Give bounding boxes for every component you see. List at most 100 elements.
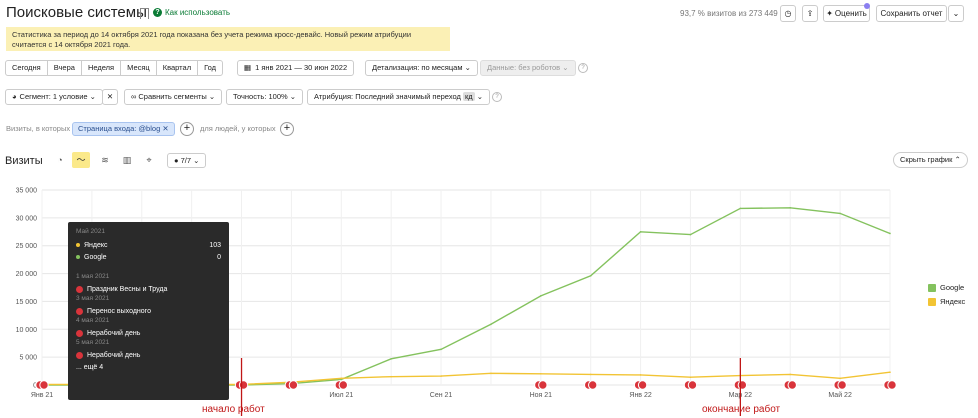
info-icon[interactable]: ? bbox=[492, 92, 502, 102]
event-marker bbox=[288, 380, 299, 390]
save-report-menu-button[interactable]: ⌄ bbox=[948, 5, 964, 22]
hide-chart-button[interactable]: Скрыть график ⌃ bbox=[893, 152, 968, 168]
pie-icon: ◕ bbox=[12, 92, 17, 101]
legend-google-swatch bbox=[928, 283, 936, 292]
annotation-end: окончание работ bbox=[702, 404, 781, 415]
compare-label: Сравнить сегменты bbox=[138, 92, 207, 101]
attribution-notice: Статистика за период до 14 октября 2021 … bbox=[6, 27, 450, 51]
filter-chip-label: Страница входа: @blog bbox=[78, 124, 161, 133]
event-title: Нерабочий день bbox=[87, 351, 141, 359]
rate-button[interactable]: ✦ Оценить bbox=[823, 5, 870, 22]
legend-yandex-swatch bbox=[928, 297, 936, 306]
event-marker bbox=[238, 380, 249, 390]
howto-label: Как использовать bbox=[165, 8, 231, 17]
help-icon: ? bbox=[153, 8, 162, 17]
section-title: Визиты bbox=[5, 155, 43, 167]
pie-chart-icon[interactable]: ◔ bbox=[51, 152, 69, 168]
tooltip-row-value: 0 bbox=[217, 253, 221, 261]
event-marker bbox=[737, 380, 748, 390]
page-title: Поисковые системы bbox=[6, 4, 147, 21]
legend-google[interactable]: Google bbox=[928, 283, 964, 292]
bar-chart-icon[interactable]: ▥ bbox=[118, 152, 136, 168]
history-button[interactable]: ◷ bbox=[780, 5, 796, 22]
segment-select[interactable]: ◕ Сегмент: 1 условие ⌄ bbox=[5, 89, 103, 105]
data-point bbox=[789, 207, 792, 209]
event-title: Нерабочий день bbox=[87, 329, 141, 337]
event-marker bbox=[887, 380, 897, 390]
data-point bbox=[839, 377, 841, 380]
data-point bbox=[639, 374, 642, 376]
data-filter-label: Данные: без роботов bbox=[487, 63, 561, 72]
attribution-select[interactable]: Атрибуция: Последний значимый переход кд… bbox=[307, 89, 491, 105]
x-tick-label: Май 22 bbox=[828, 391, 852, 399]
notes-select[interactable]: ● 7/7 ⌄ bbox=[167, 153, 207, 168]
more-events[interactable]: ... ещё 4 bbox=[76, 361, 221, 373]
save-report-button[interactable]: Сохранить отчет bbox=[876, 5, 947, 22]
map-pin-icon[interactable]: ⌖ bbox=[140, 152, 158, 168]
add-user-condition-button[interactable]: + bbox=[280, 122, 294, 136]
howto-link[interactable]: ? Как использовать bbox=[153, 8, 230, 17]
attribution-badge: кд bbox=[462, 92, 475, 101]
close-icon[interactable]: ✕ bbox=[162, 124, 168, 133]
rate-badge bbox=[864, 3, 870, 9]
date-range-picker[interactable]: ▦ 1 янв 2021 — 30 июн 2022 bbox=[237, 60, 355, 76]
info-icon[interactable]: ? bbox=[578, 63, 588, 73]
event-date: 3 мая 2021 bbox=[76, 295, 110, 302]
y-tick-label: 35 000 bbox=[16, 188, 38, 195]
event-icon bbox=[76, 285, 83, 293]
period-week[interactable]: Неделя bbox=[82, 61, 122, 75]
data-point bbox=[490, 372, 492, 375]
line-chart-icon[interactable]: 〜 bbox=[72, 152, 90, 168]
data-point bbox=[390, 358, 392, 360]
bookmark-icon[interactable] bbox=[140, 8, 149, 19]
event-marker bbox=[338, 380, 348, 390]
chevron-down-icon: ⌄ bbox=[562, 63, 569, 72]
clock-icon: ◷ bbox=[784, 9, 792, 18]
data-point bbox=[889, 371, 891, 373]
data-point bbox=[589, 275, 592, 277]
area-chart-icon[interactable]: ≋ bbox=[96, 152, 114, 168]
data-filter-select[interactable]: Данные: без роботов ⌄ bbox=[480, 60, 576, 76]
chevron-down-icon: ⌄ bbox=[464, 63, 471, 72]
bullet-icon bbox=[76, 243, 80, 247]
period-yesterday[interactable]: Вчера bbox=[48, 61, 82, 75]
clear-segment-button[interactable]: ✕ bbox=[102, 89, 118, 105]
data-point bbox=[440, 375, 442, 377]
add-condition-button[interactable]: + bbox=[180, 122, 194, 136]
compare-icon: ∞ bbox=[131, 92, 137, 101]
chevron-down-icon: ⌄ bbox=[952, 9, 960, 18]
period-month[interactable]: Месяц bbox=[121, 61, 157, 75]
visits-share: 93,7 % визитов из 273 449 bbox=[680, 9, 778, 18]
notes-label: 7/7 bbox=[180, 156, 192, 165]
period-quarter[interactable]: Квартал bbox=[157, 61, 199, 75]
event-marker bbox=[39, 380, 49, 390]
compare-segments-select[interactable]: ∞ Сравнить сегменты ⌄ bbox=[124, 89, 223, 105]
data-point bbox=[789, 373, 792, 376]
chevron-down-icon: ⌄ bbox=[476, 92, 484, 101]
period-year[interactable]: Год bbox=[198, 61, 222, 75]
y-tick-label: 20 000 bbox=[16, 271, 38, 278]
date-range-label: 1 янв 2021 — 30 июн 2022 bbox=[255, 63, 348, 72]
y-tick-label: 25 000 bbox=[16, 243, 38, 250]
event-marker bbox=[637, 380, 648, 390]
data-point bbox=[490, 323, 492, 326]
event-icon bbox=[76, 351, 83, 359]
legend-google-label: Google bbox=[940, 283, 965, 292]
export-button[interactable]: ⇪ bbox=[802, 5, 818, 22]
rate-label: Оценить bbox=[834, 9, 867, 18]
data-point bbox=[340, 377, 343, 380]
filter-chip[interactable]: Страница входа: @blog ✕ bbox=[72, 122, 175, 136]
period-today[interactable]: Сегодня bbox=[6, 61, 48, 75]
y-tick-label: 15 000 bbox=[16, 299, 38, 306]
chevron-up-icon: ⌃ bbox=[954, 155, 961, 164]
legend-yandex[interactable]: Яндекс bbox=[928, 297, 965, 306]
detail-select[interactable]: Детализация: по месяцам ⌄ bbox=[365, 60, 478, 76]
detail-label: Детализация: по месяцам bbox=[372, 63, 463, 72]
accuracy-label: Точность: 100% bbox=[233, 92, 288, 101]
upload-icon: ⇪ bbox=[806, 9, 814, 18]
accuracy-select[interactable]: Точность: 100% ⌄ bbox=[226, 89, 304, 105]
data-point bbox=[739, 207, 742, 210]
data-point bbox=[390, 375, 392, 378]
event-item: Нерабочий день bbox=[76, 349, 221, 361]
event-icon bbox=[76, 307, 83, 315]
